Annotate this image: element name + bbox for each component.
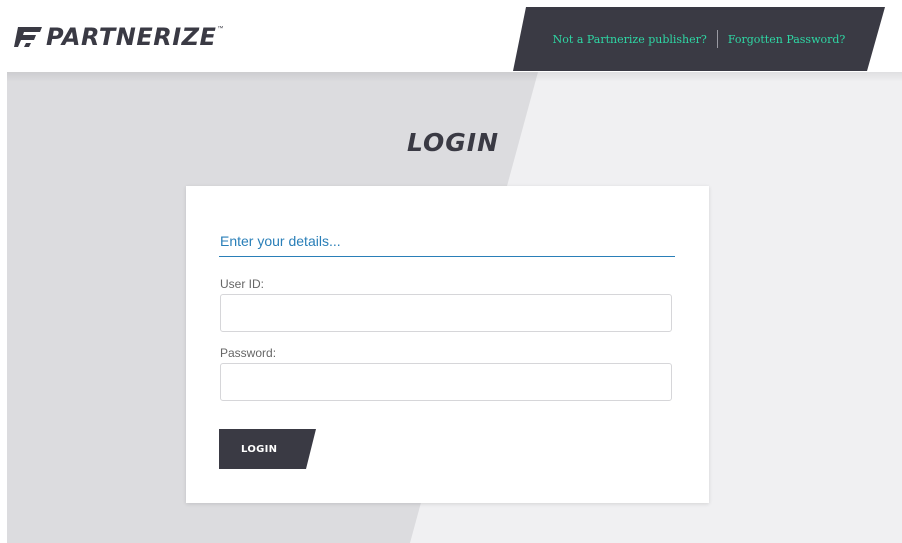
- login-button[interactable]: LOGIN: [219, 429, 316, 469]
- logo-wordmark: PARTNERIZE: [46, 23, 217, 51]
- logo-trademark: ™: [217, 26, 224, 32]
- password-input[interactable]: [220, 363, 672, 401]
- top-links-bar: Not a Partnerize publisher? Forgotten Pa…: [513, 7, 885, 71]
- not-a-publisher-link[interactable]: Not a Partnerize publisher?: [553, 33, 707, 46]
- partnerize-logo[interactable]: PARTNERIZE ™: [14, 22, 223, 52]
- subtitle-divider: [219, 256, 675, 257]
- login-card: Enter your details... User ID: Password:…: [186, 186, 709, 503]
- header-shadow: [7, 72, 902, 82]
- top-links-divider: [716, 30, 718, 48]
- user-id-input[interactable]: [220, 294, 672, 332]
- top-links: Not a Partnerize publisher? Forgotten Pa…: [553, 30, 846, 48]
- password-label: Password:: [220, 346, 277, 360]
- page-title: LOGIN: [406, 128, 500, 157]
- partnerize-logo-icon: [14, 27, 42, 47]
- header: PARTNERIZE ™ Not a Partnerize publisher?…: [0, 0, 902, 72]
- forgotten-password-link[interactable]: Forgotten Password?: [728, 33, 846, 46]
- user-id-label: User ID:: [220, 277, 265, 291]
- login-subtitle: Enter your details...: [220, 233, 341, 249]
